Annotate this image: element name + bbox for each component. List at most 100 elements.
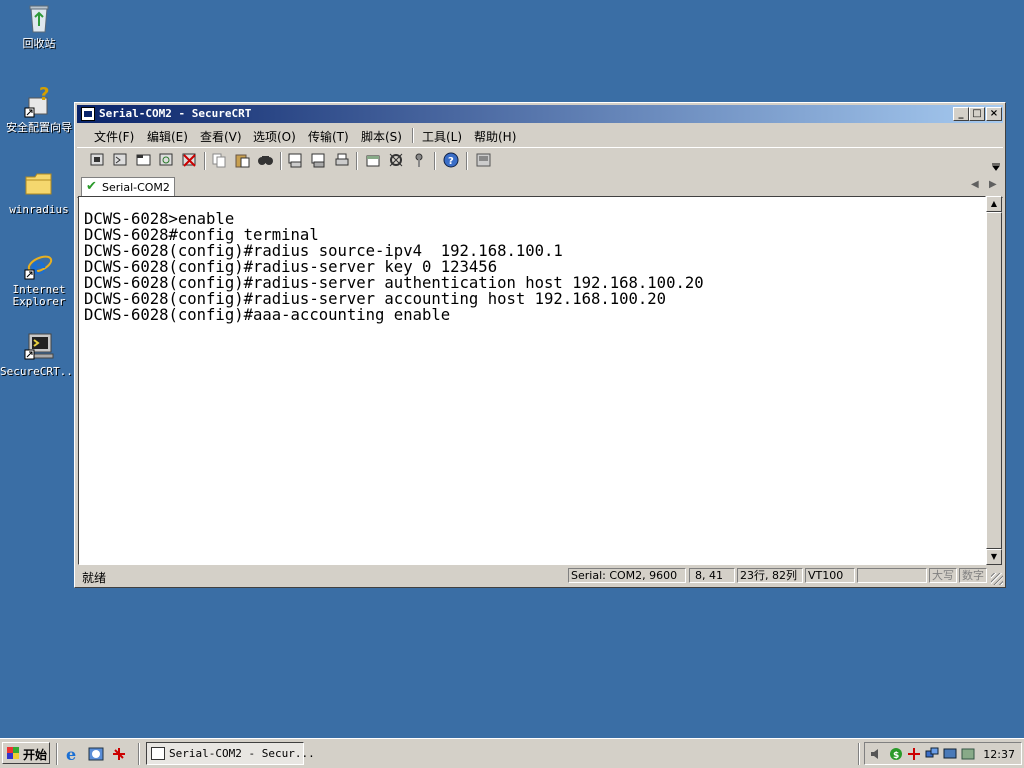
terminal-area[interactable]: DCWS-6028>enable DCWS-6028#config termin…	[78, 196, 986, 565]
tab-scroll-left-icon[interactable]: ◀	[971, 179, 979, 190]
reconnect-icon[interactable]	[158, 152, 175, 168]
status-connection: Serial: COM2, 9600	[568, 568, 686, 583]
help-icon[interactable]: ?	[443, 152, 460, 168]
taskbar: 开始 e Serial-COM2 - Secur... $ 12:37	[0, 738, 1024, 768]
toolbar-separator	[466, 152, 468, 170]
disconnect-icon[interactable]	[181, 152, 198, 168]
toolbar-overflow-icon[interactable]	[991, 160, 1001, 171]
desktop-icon-internet-explorer[interactable]: e Internet Explorer	[0, 248, 78, 308]
vertical-scrollbar[interactable]: ▲ ▼	[986, 196, 1002, 565]
chat-window-icon[interactable]	[475, 152, 492, 168]
desktop-icon-securecrt[interactable]: SecureCRT...	[0, 330, 78, 378]
session-tabs: ✔ Serial-COM2 ◀ ▶	[77, 175, 1003, 198]
app-icon	[81, 107, 95, 121]
taskbar-button-label: Serial-COM2 - Secur...	[169, 747, 315, 760]
status-blank	[857, 568, 927, 583]
explorer-quicklaunch-icon[interactable]	[88, 746, 104, 762]
menu-transfer[interactable]: 传输(T)	[308, 128, 349, 145]
status-caps-lock: 大写	[929, 568, 957, 583]
taskbar-button-securecrt[interactable]: Serial-COM2 - Secur...	[146, 742, 315, 765]
svg-text:$: $	[893, 751, 899, 761]
scroll-up-icon[interactable]: ▲	[986, 196, 1002, 212]
menu-view[interactable]: 查看(V)	[200, 128, 242, 145]
session-options-icon[interactable]	[365, 152, 382, 168]
maximize-button[interactable]: □	[969, 107, 985, 121]
recycle-bin-icon	[23, 2, 55, 34]
toolbar-separator	[204, 152, 206, 170]
system-tray: $ 12:37	[864, 742, 1022, 765]
print-selection-icon[interactable]	[310, 152, 327, 168]
status-emulation: VT100	[805, 568, 855, 583]
scroll-down-icon[interactable]: ▼	[986, 549, 1002, 565]
desktop-icon-label: 回收站	[22, 38, 56, 50]
window-titlebar[interactable]: Serial-COM2 - SecureCRT _ □ ×	[77, 105, 1003, 123]
keymap-icon[interactable]	[411, 152, 428, 168]
desktop-icon-label: 安全配置向导	[6, 122, 72, 134]
desktop-icon-label-line1: Internet	[12, 284, 66, 296]
tray-app-icon[interactable]	[907, 747, 921, 761]
menu-help[interactable]: 帮助(H)	[474, 128, 516, 145]
app-quicklaunch-icon[interactable]	[111, 746, 127, 762]
start-button[interactable]: 开始	[2, 742, 50, 764]
paste-icon[interactable]	[234, 152, 251, 168]
toolbar-separator	[434, 152, 436, 170]
find-icon[interactable]	[257, 152, 274, 168]
svg-text:?: ?	[448, 156, 454, 167]
menu-options[interactable]: 选项(O)	[253, 128, 296, 145]
securecrt-icon	[23, 330, 55, 362]
status-cursor-position: 8, 41	[689, 568, 735, 583]
svg-text:e: e	[66, 746, 76, 762]
scroll-thumb[interactable]	[986, 212, 1002, 549]
desktop-icon-winradius[interactable]: winradius	[0, 168, 78, 216]
status-bar: 就绪 Serial: COM2, 9600 8, 41 23行, 82列 VT1…	[77, 567, 1003, 585]
desktop-icon-label: winradius	[9, 204, 69, 216]
toolbar: ?	[77, 147, 1003, 174]
menu-bar: 文件(F) 编辑(E) 查看(V) 选项(O) 传输(T) 脚本(S) 工具(L…	[77, 125, 1003, 145]
menu-tools[interactable]: 工具(L)	[422, 128, 462, 145]
terminal-line: DCWS-6028(config)#aaa-accounting enable	[84, 306, 451, 324]
toolbar-separator	[356, 152, 358, 170]
tray-monitor-icon[interactable]	[943, 747, 957, 761]
desktop-icon-recycle-bin[interactable]: 回收站	[0, 2, 78, 50]
ie-quicklaunch-icon[interactable]: e	[65, 745, 81, 764]
resize-grip[interactable]	[991, 573, 1003, 585]
menu-separator	[412, 128, 414, 143]
taskbar-clock[interactable]: 12:37	[983, 748, 1015, 761]
connect-tab-icon[interactable]	[135, 152, 152, 168]
print-icon[interactable]	[333, 152, 350, 168]
taskbar-separator	[858, 743, 860, 765]
securecrt-window[interactable]: Serial-COM2 - SecureCRT _ □ × 文件(F) 编辑(E…	[74, 102, 1006, 588]
tab-scroll-right-icon[interactable]: ▶	[989, 179, 997, 190]
folder-icon	[23, 168, 55, 200]
terminal-output: DCWS-6028>enable DCWS-6028#config termin…	[84, 211, 704, 323]
taskbar-separator	[56, 743, 58, 765]
tray-network-icon[interactable]	[925, 747, 939, 761]
start-label: 开始	[23, 748, 48, 762]
taskbar-separator	[138, 743, 140, 765]
desktop-icon-label-line2: Explorer	[12, 296, 66, 308]
connected-check-icon: ✔	[86, 179, 97, 194]
status-text: 就绪	[82, 571, 107, 585]
print-screen-icon[interactable]	[287, 152, 304, 168]
copy-icon[interactable]	[211, 152, 228, 168]
menu-file[interactable]: 文件(F)	[94, 128, 134, 145]
tray-volume-icon[interactable]	[869, 747, 883, 761]
minimize-button[interactable]: _	[953, 107, 969, 121]
menu-script[interactable]: 脚本(S)	[361, 128, 402, 145]
desktop-icon-security-wizard[interactable]: ? 安全配置向导	[0, 84, 78, 134]
toolbar-separator	[280, 152, 282, 170]
tray-security-icon[interactable]: $	[889, 747, 903, 761]
desktop-icon-label: SecureCRT...	[0, 366, 78, 378]
global-options-icon[interactable]	[388, 152, 405, 168]
tray-update-icon[interactable]	[961, 747, 975, 761]
tab-serial-com2[interactable]: ✔ Serial-COM2	[81, 177, 175, 196]
tab-label: Serial-COM2	[102, 181, 170, 194]
connect-icon[interactable]	[89, 152, 106, 168]
svg-text:?: ?	[39, 86, 49, 105]
menu-edit[interactable]: 编辑(E)	[147, 128, 188, 145]
close-button[interactable]: ×	[986, 107, 1002, 121]
window-title: Serial-COM2 - SecureCRT	[99, 107, 252, 120]
status-terminal-size: 23行, 82列	[737, 568, 803, 583]
quick-connect-icon[interactable]	[112, 152, 129, 168]
security-wizard-icon: ?	[23, 84, 55, 118]
